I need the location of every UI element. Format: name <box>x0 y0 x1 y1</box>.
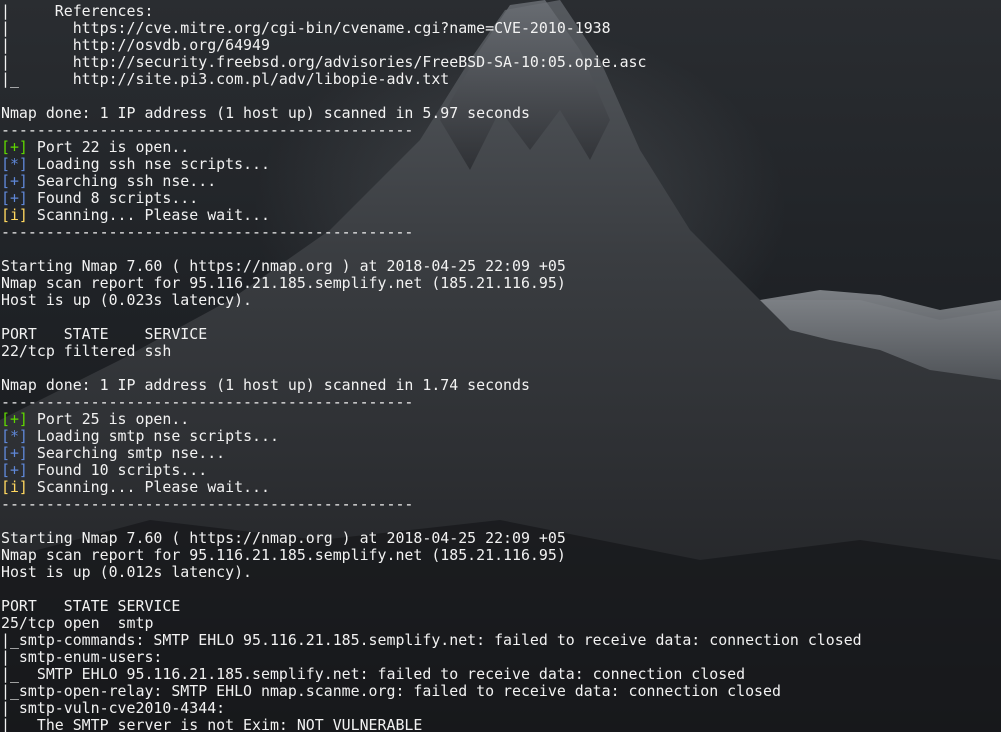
line-text: Host is up (0.023s latency). <box>1 291 253 309</box>
terminal-line: Host is up (0.012s latency). <box>1 564 1001 581</box>
line-text: Found 10 scripts... <box>27 461 208 479</box>
terminal-line: [*] Loading ssh nse scripts... <box>1 156 1001 173</box>
terminal-line: Nmap scan report for 95.116.21.185.sempl… <box>1 547 1001 564</box>
status-tag: [+] <box>1 189 28 207</box>
line-text: Nmap done: 1 IP address (1 host up) scan… <box>1 104 530 122</box>
line-text: Loading smtp nse scripts... <box>27 427 279 445</box>
terminal-line: [+] Port 22 is open.. <box>1 139 1001 156</box>
terminal-line: | The SMTP server is not Exim: NOT VULNE… <box>1 717 1001 732</box>
line-text: ----------------------------------------… <box>1 223 414 241</box>
terminal-line: |_smtp-open-relay: SMTP EHLO nmap.scanme… <box>1 683 1001 700</box>
line-text: |_smtp-commands: SMTP EHLO 95.116.21.185… <box>1 631 862 649</box>
terminal-line: |_smtp-commands: SMTP EHLO 95.116.21.185… <box>1 632 1001 649</box>
status-tag: [+] <box>1 461 28 479</box>
terminal-line: [*] Loading smtp nse scripts... <box>1 428 1001 445</box>
line-text: Nmap scan report for 95.116.21.185.sempl… <box>1 274 566 292</box>
terminal-line: PORT STATE SERVICE <box>1 326 1001 343</box>
status-tag: [i] <box>1 478 28 496</box>
terminal-line: [+] Found 8 scripts... <box>1 190 1001 207</box>
line-text: Searching smtp nse... <box>27 444 226 462</box>
terminal-line: | http://security.freebsd.org/advisories… <box>1 54 1001 71</box>
terminal-line: Starting Nmap 7.60 ( https://nmap.org ) … <box>1 258 1001 275</box>
terminal-line: PORT STATE SERVICE <box>1 598 1001 615</box>
line-text: Found 8 scripts... <box>27 189 199 207</box>
line-text: | http://security.freebsd.org/advisories… <box>1 53 647 71</box>
status-tag: [+] <box>1 410 28 428</box>
status-tag: [+] <box>1 444 28 462</box>
line-text: Nmap done: 1 IP address (1 host up) scan… <box>1 376 530 394</box>
terminal-line: ----------------------------------------… <box>1 394 1001 411</box>
line-text: | smtp-enum-users: <box>1 648 163 666</box>
status-tag: [*] <box>1 427 28 445</box>
terminal-line: | smtp-enum-users: <box>1 649 1001 666</box>
line-text: Nmap scan report for 95.116.21.185.sempl… <box>1 546 566 564</box>
terminal-line: Nmap scan report for 95.116.21.185.sempl… <box>1 275 1001 292</box>
terminal-line: Starting Nmap 7.60 ( https://nmap.org ) … <box>1 530 1001 547</box>
terminal-line: Nmap done: 1 IP address (1 host up) scan… <box>1 105 1001 122</box>
line-text: Scanning... Please wait... <box>27 206 270 224</box>
line-text: Port 22 is open.. <box>27 138 190 156</box>
terminal-line: 25/tcp open smtp <box>1 615 1001 632</box>
line-text: 25/tcp open smtp <box>1 614 154 632</box>
status-tag: [+] <box>1 138 28 156</box>
line-text: | The SMTP server is not Exim: NOT VULNE… <box>1 716 423 732</box>
terminal-line: ----------------------------------------… <box>1 496 1001 513</box>
terminal-line: Host is up (0.023s latency). <box>1 292 1001 309</box>
line-text: |_ http://site.pi3.com.pl/adv/libopie-ad… <box>1 70 450 88</box>
terminal-line: ----------------------------------------… <box>1 224 1001 241</box>
line-text: Port 25 is open.. <box>27 410 190 428</box>
line-text: Host is up (0.012s latency). <box>1 563 253 581</box>
line-text: |_ SMTP EHLO 95.116.21.185.semplify.net:… <box>1 665 746 683</box>
line-text: ----------------------------------------… <box>1 121 414 139</box>
terminal-line: [+] Searching smtp nse... <box>1 445 1001 462</box>
line-text: ----------------------------------------… <box>1 393 414 411</box>
line-text: 22/tcp filtered ssh <box>1 342 172 360</box>
terminal-line: [i] Scanning... Please wait... <box>1 207 1001 224</box>
line-text: | smtp-vuln-cve2010-4344: <box>1 699 226 717</box>
line-text: PORT STATE SERVICE <box>1 325 208 343</box>
line-text: Starting Nmap 7.60 ( https://nmap.org ) … <box>1 529 566 547</box>
terminal-line: |_ http://site.pi3.com.pl/adv/libopie-ad… <box>1 71 1001 88</box>
terminal-window[interactable]: | References: | https://cve.mitre.org/cgi… <box>0 0 1001 732</box>
line-text: | References: <box>1 2 154 20</box>
terminal-line: Nmap done: 1 IP address (1 host up) scan… <box>1 377 1001 394</box>
terminal-line: [i] Scanning... Please wait... <box>1 479 1001 496</box>
terminal-line: [+] Searching ssh nse... <box>1 173 1001 190</box>
line-text: |_smtp-open-relay: SMTP EHLO nmap.scanme… <box>1 682 781 700</box>
status-tag: [*] <box>1 155 28 173</box>
terminal-line: | http://osvdb.org/64949 <box>1 37 1001 54</box>
terminal-line: 22/tcp filtered ssh <box>1 343 1001 360</box>
status-tag: [+] <box>1 172 28 190</box>
line-text: | https://cve.mitre.org/cgi-bin/cvename.… <box>1 19 611 37</box>
terminal-line: | https://cve.mitre.org/cgi-bin/cvename.… <box>1 20 1001 37</box>
terminal-line: | smtp-vuln-cve2010-4344: <box>1 700 1001 717</box>
line-text: Scanning... Please wait... <box>27 478 270 496</box>
status-tag: [i] <box>1 206 28 224</box>
terminal-line: [+] Port 25 is open.. <box>1 411 1001 428</box>
terminal-line: |_ SMTP EHLO 95.116.21.185.semplify.net:… <box>1 666 1001 683</box>
terminal-output[interactable]: | References: | https://cve.mitre.org/cgi… <box>1 3 1001 732</box>
line-text: PORT STATE SERVICE <box>1 597 181 615</box>
line-text: Starting Nmap 7.60 ( https://nmap.org ) … <box>1 257 566 275</box>
terminal-line: [+] Found 10 scripts... <box>1 462 1001 479</box>
terminal-line: | References: <box>1 3 1001 20</box>
line-text: | http://osvdb.org/64949 <box>1 36 270 54</box>
terminal-line: ----------------------------------------… <box>1 122 1001 139</box>
line-text: Searching ssh nse... <box>27 172 217 190</box>
line-text: Loading ssh nse scripts... <box>27 155 270 173</box>
line-text: ----------------------------------------… <box>1 495 414 513</box>
